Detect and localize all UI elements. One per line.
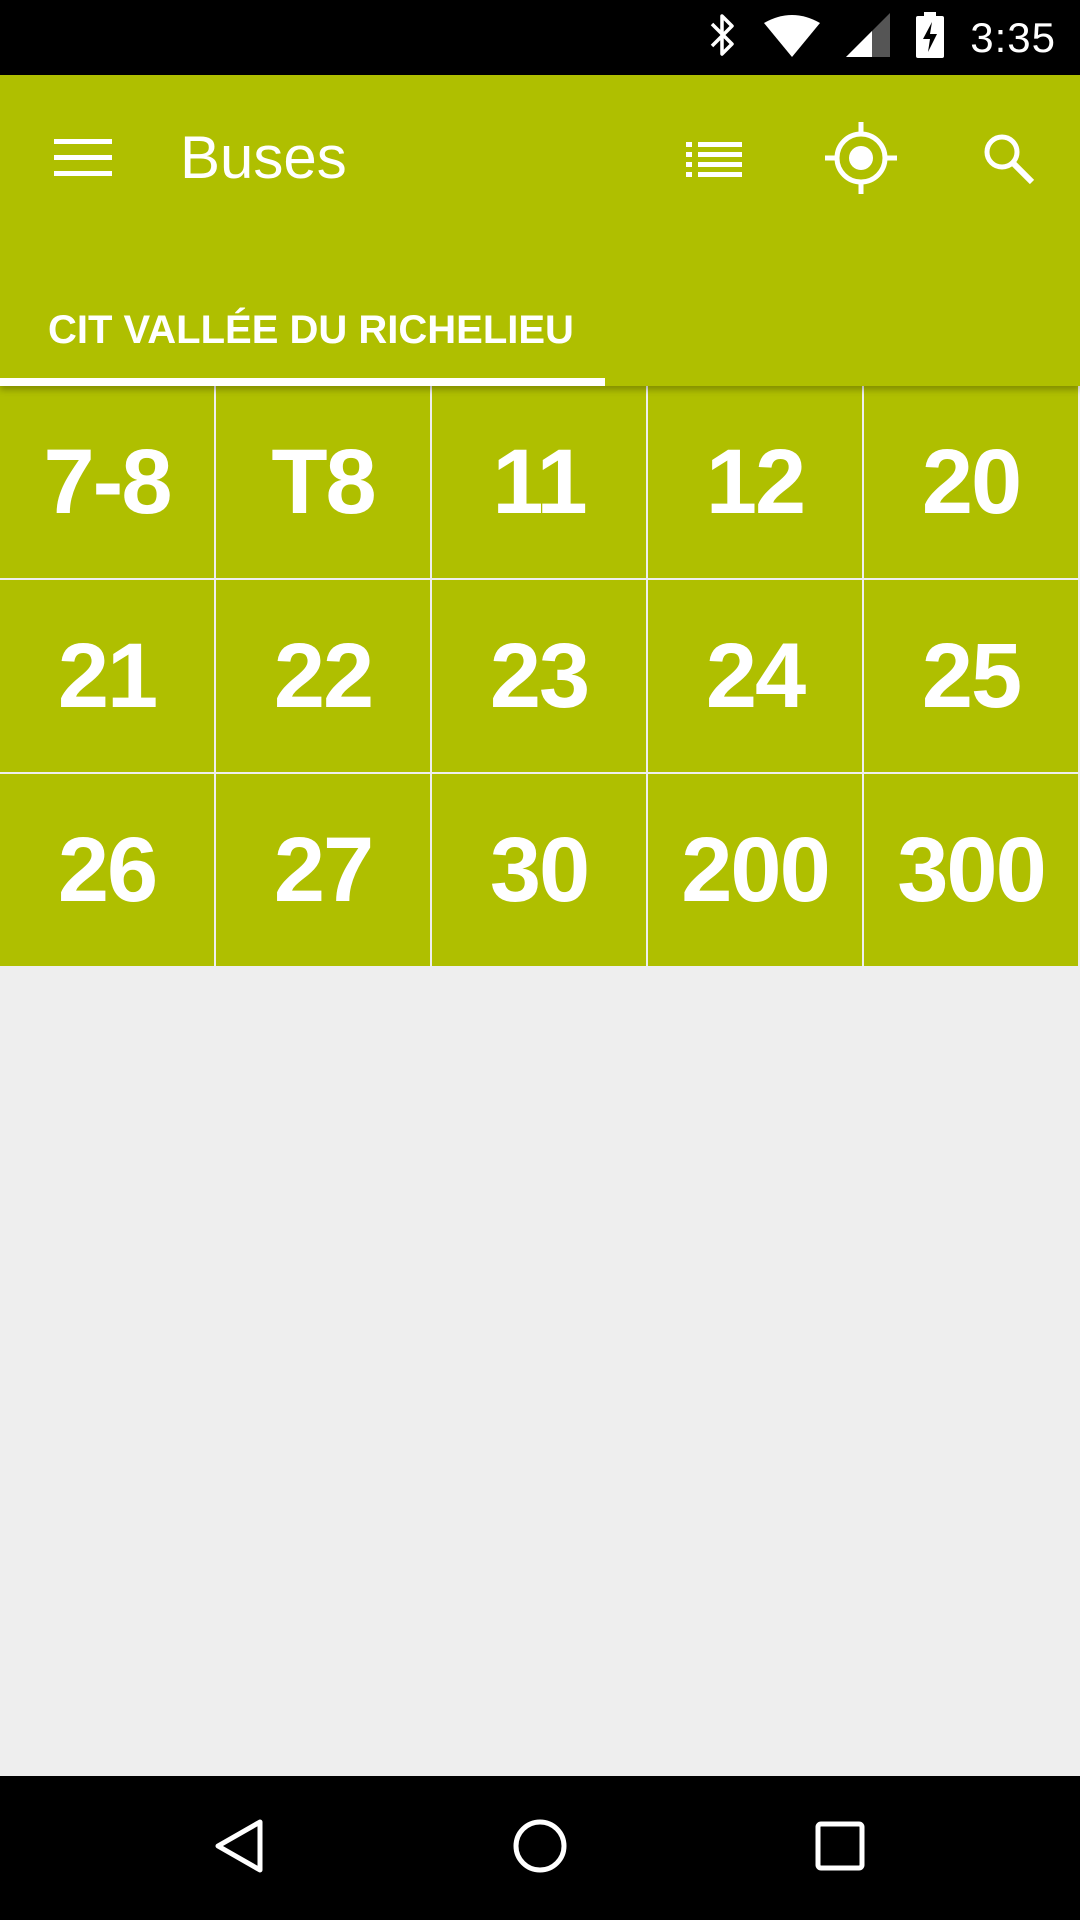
app-bar: Buses CIT VALLÉE DU RICHELIEU — [0, 75, 1080, 386]
tab-cit-vallee-du-richelieu[interactable]: CIT VALLÉE DU RICHELIEU — [0, 287, 605, 386]
status-bar: 3:35 — [0, 0, 1080, 75]
route-label: 26 — [57, 818, 158, 921]
route-label: 24 — [705, 624, 806, 727]
list-view-icon — [686, 138, 742, 183]
toolbar: Buses — [0, 75, 1080, 245]
status-icons: 3:35 — [708, 0, 1056, 75]
route-label: 12 — [705, 430, 806, 533]
recents-icon — [810, 1816, 870, 1881]
route-tile[interactable]: 26 — [0, 774, 214, 966]
route-tile[interactable]: 22 — [216, 580, 430, 772]
wifi-icon — [764, 13, 821, 62]
route-tile[interactable]: 12 — [648, 386, 862, 578]
navigation-bar — [0, 1776, 1080, 1920]
route-label: 200 — [681, 818, 830, 921]
back-button[interactable] — [190, 1798, 290, 1898]
route-label: T8 — [271, 430, 376, 533]
route-tile[interactable]: 24 — [648, 580, 862, 772]
menu-icon[interactable] — [50, 133, 116, 183]
recents-button[interactable] — [790, 1798, 890, 1898]
route-tile[interactable]: 27 — [216, 774, 430, 966]
home-button[interactable] — [490, 1798, 590, 1898]
my-location-icon — [825, 121, 897, 199]
route-tile[interactable]: 23 — [432, 580, 646, 772]
route-label: 11 — [492, 430, 587, 533]
route-label: 27 — [273, 818, 374, 921]
page-title: Buses — [180, 124, 347, 191]
route-tile[interactable]: 7-8 — [0, 386, 214, 578]
agency-tabs: CIT VALLÉE DU RICHELIEU — [0, 287, 1080, 386]
back-icon — [210, 1816, 270, 1881]
status-time: 3:35 — [970, 13, 1056, 61]
route-tile[interactable]: 21 — [0, 580, 214, 772]
route-tile[interactable]: 20 — [864, 386, 1078, 578]
route-label: 23 — [489, 624, 590, 727]
tab-label: CIT VALLÉE DU RICHELIEU — [48, 308, 574, 352]
route-label: 20 — [921, 430, 1022, 533]
search-icon — [980, 130, 1036, 191]
search-button[interactable] — [968, 120, 1048, 200]
route-tile[interactable]: 25 — [864, 580, 1078, 772]
route-label: 30 — [489, 818, 590, 921]
battery-charging-icon — [916, 12, 945, 63]
route-label: 25 — [921, 624, 1022, 727]
route-tile[interactable]: 11 — [432, 386, 646, 578]
bluetooth-icon — [708, 12, 738, 63]
list-view-button[interactable] — [674, 120, 754, 200]
route-label: 300 — [897, 818, 1046, 921]
my-location-button[interactable] — [821, 120, 901, 200]
tab-indicator — [0, 378, 605, 386]
route-label: 22 — [273, 624, 374, 727]
home-icon — [510, 1816, 570, 1881]
cell-signal-icon — [846, 13, 891, 62]
route-tile[interactable]: 200 — [648, 774, 862, 966]
route-tile[interactable]: 300 — [864, 774, 1078, 966]
route-tile[interactable]: 30 — [432, 774, 646, 966]
route-label: 7-8 — [43, 430, 173, 533]
route-grid: 7-8 T8 11 12 20 21 22 23 24 25 26 27 30 200 300 — [0, 386, 1080, 966]
route-label: 21 — [57, 624, 158, 727]
route-tile[interactable]: T8 — [216, 386, 430, 578]
